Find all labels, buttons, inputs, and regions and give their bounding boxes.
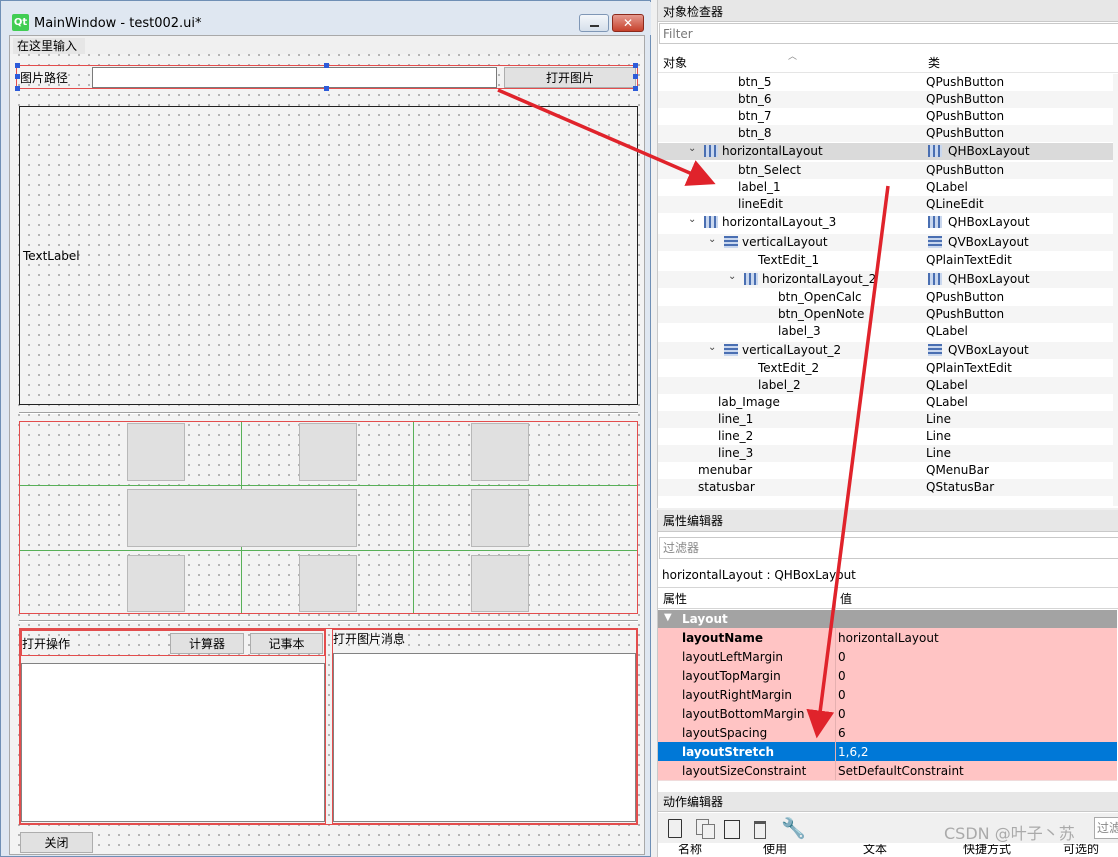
arrow-to-tree [497,88,716,186]
arrow-to-stretch [806,185,890,739]
annotation-arrows [497,88,890,739]
